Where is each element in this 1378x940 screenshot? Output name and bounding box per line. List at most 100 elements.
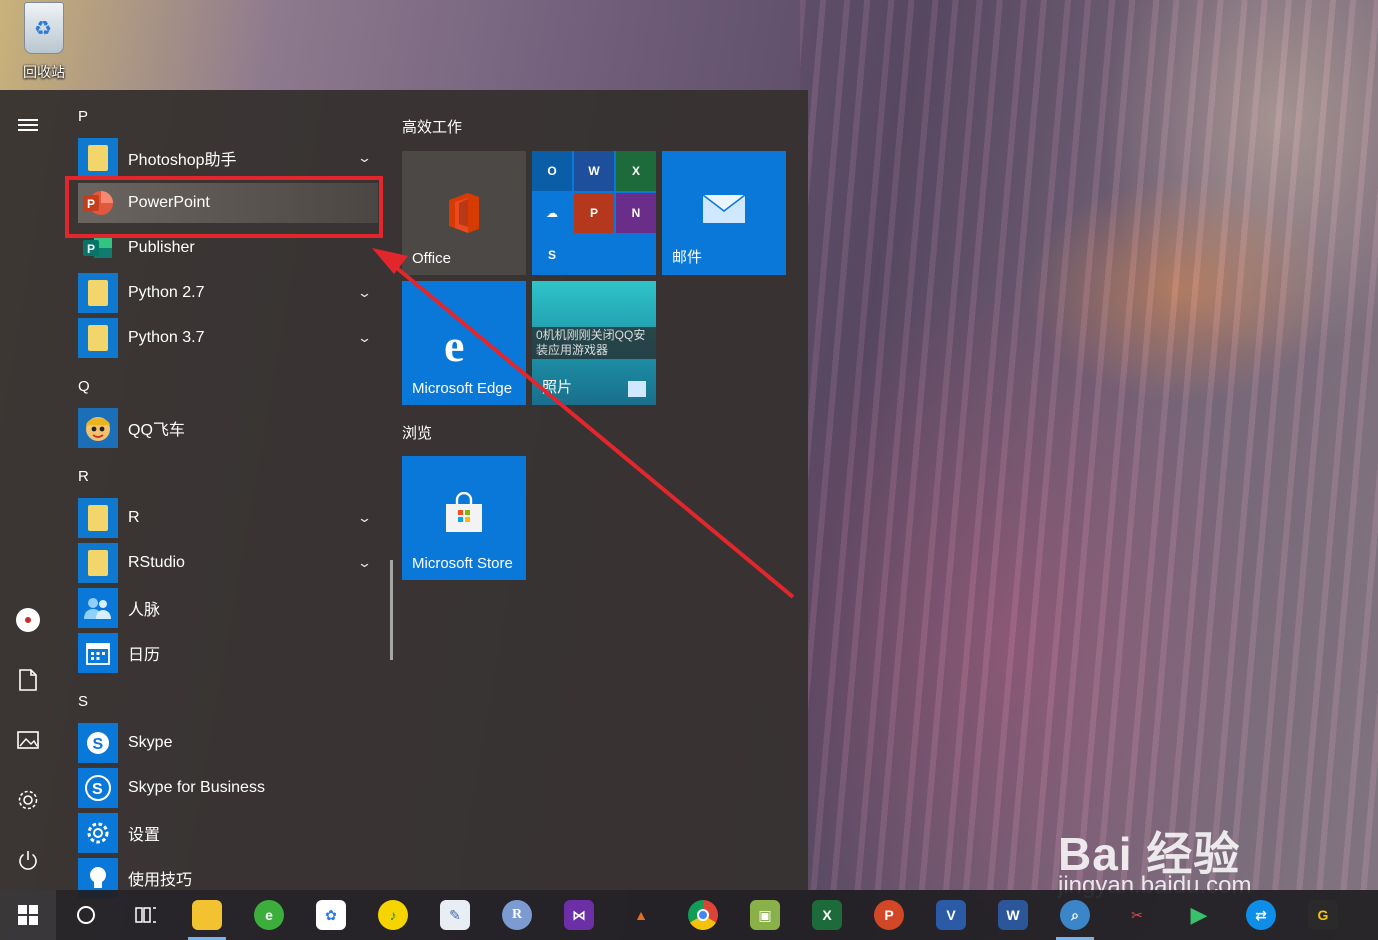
app-name: Publisher — [128, 239, 195, 256]
wallpaper-streaks — [800, 0, 1378, 890]
tile-label: Office — [412, 250, 451, 267]
app-name: Skype — [128, 734, 173, 751]
pictures-icon[interactable] — [10, 722, 46, 758]
powerpoint-icon: P — [574, 193, 614, 233]
powerpoint-icon[interactable]: P — [858, 890, 920, 940]
hamburger-icon[interactable] — [10, 107, 46, 143]
start-menu: P Photoshop助手 ⌄ P PowerPoint P Publisher… — [0, 90, 808, 898]
chevron-down-icon[interactable]: ⌄ — [357, 555, 372, 571]
onenote-icon: N — [616, 193, 656, 233]
visual-studio-icon[interactable]: ⋈ — [548, 890, 610, 940]
folder-icon — [78, 273, 118, 313]
folder-icon — [78, 498, 118, 538]
chevron-down-icon[interactable]: ⌄ — [357, 285, 372, 301]
tile-group-title-productivity[interactable]: 高效工作 — [402, 116, 462, 137]
app-list-scrollbar[interactable] — [390, 560, 393, 660]
svg-text:P: P — [87, 242, 95, 256]
r-icon[interactable]: R — [486, 890, 548, 940]
visio-icon[interactable]: V — [920, 890, 982, 940]
chevron-down-icon[interactable]: ⌄ — [357, 510, 372, 526]
excel-icon[interactable]: X — [796, 890, 858, 940]
onedrive-icon: ☁ — [532, 193, 572, 233]
task-view-icon[interactable] — [116, 890, 176, 940]
search-circle-icon[interactable] — [56, 890, 116, 940]
recycle-bin-label: 回收站 — [23, 64, 65, 80]
app-skype-for-business[interactable]: S Skype for Business — [78, 768, 378, 808]
gear-icon[interactable] — [10, 782, 46, 818]
app-skype[interactable]: S Skype — [78, 723, 378, 763]
start-button[interactable] — [0, 890, 56, 940]
app-name: 使用技巧 — [128, 872, 193, 889]
skype-business-icon: S — [78, 768, 118, 808]
tile-office[interactable]: Office — [402, 151, 526, 275]
windows-logo-icon — [18, 905, 38, 925]
tile-microsoft-edge[interactable]: e Microsoft Edge — [402, 281, 526, 405]
calendar-icon — [78, 633, 118, 673]
office-icon — [446, 191, 482, 240]
app-python-27[interactable]: Python 2.7 ⌄ — [78, 273, 378, 313]
recycle-bin-icon: ♻ — [24, 2, 64, 54]
store-bag-icon — [442, 491, 486, 541]
tile-office-apps-folder[interactable]: O W X ☁ P N S — [532, 151, 656, 275]
letter-header-p[interactable]: P — [78, 108, 88, 125]
app-name: QQ飞车 — [128, 422, 185, 439]
svg-text:S: S — [93, 736, 104, 753]
word-icon: W — [574, 151, 614, 191]
app-name: 设置 — [128, 827, 161, 844]
baidu-netdisk-icon[interactable]: ✿ — [300, 890, 362, 940]
app-powerpoint[interactable]: P PowerPoint — [78, 183, 378, 223]
app-python-37[interactable]: Python 3.7 ⌄ — [78, 318, 378, 358]
matlab-icon[interactable]: ▲ — [610, 890, 672, 940]
word-icon[interactable]: W — [982, 890, 1044, 940]
tile-microsoft-store[interactable]: Microsoft Store — [402, 456, 526, 580]
teamviewer-icon[interactable]: ⇄ — [1230, 890, 1292, 940]
chrome-icon[interactable] — [672, 890, 734, 940]
tile-photos[interactable]: 0机机刚刚关闭QQ安 装应用游戏器 照片 — [532, 281, 656, 405]
publisher-icon: P — [78, 228, 118, 268]
skype-icon: S — [532, 235, 572, 275]
app-name: RStudio — [128, 554, 185, 571]
app-name: PowerPoint — [128, 194, 210, 211]
app-qq-feiche[interactable]: QQ飞车 — [78, 408, 378, 448]
qq-speed-icon — [78, 408, 118, 448]
svg-text:P: P — [87, 197, 95, 211]
people-icon — [78, 588, 118, 628]
app-calendar[interactable]: 日历 — [78, 633, 378, 673]
letter-header-s[interactable]: S — [78, 693, 88, 710]
excel-icon: X — [616, 151, 656, 191]
document-icon[interactable] — [10, 662, 46, 698]
app-r[interactable]: R ⌄ — [78, 498, 378, 538]
app-photoshop-helper[interactable]: Photoshop助手 ⌄ — [78, 138, 378, 178]
photos-preview-text: 0机机刚刚关闭QQ安 装应用游戏器 — [532, 327, 656, 359]
tile-label: 邮件 — [672, 249, 703, 266]
app-name: Skype for Business — [128, 779, 265, 796]
app-name: Python 3.7 — [128, 329, 205, 346]
app-settings[interactable]: 设置 — [78, 813, 378, 853]
tile-group-title-browse[interactable]: 浏览 — [402, 422, 432, 443]
app-name: Photoshop助手 — [128, 152, 237, 169]
notepad-icon[interactable]: ✎ — [424, 890, 486, 940]
image-viewer-icon[interactable]: ▣ — [734, 890, 796, 940]
app-rstudio[interactable]: RStudio ⌄ — [78, 543, 378, 583]
chevron-down-icon[interactable]: ⌄ — [357, 330, 372, 346]
letter-header-r[interactable]: R — [78, 468, 89, 485]
snipping-icon[interactable]: ✂ — [1106, 890, 1168, 940]
file-explorer-icon[interactable] — [176, 890, 238, 940]
power-icon[interactable] — [10, 842, 46, 878]
app-publisher[interactable]: P Publisher — [78, 228, 378, 268]
app-people[interactable]: 人脉 — [78, 588, 378, 628]
media-player-icon[interactable]: ▶ — [1168, 890, 1230, 940]
tile-mail[interactable]: 邮件 — [662, 151, 786, 275]
settings-gear-icon — [78, 813, 118, 853]
ie-browser-icon[interactable]: e — [238, 890, 300, 940]
app-name: 日历 — [128, 647, 161, 664]
qq-music-icon[interactable]: ♪ — [362, 890, 424, 940]
user-avatar-icon[interactable] — [10, 602, 46, 638]
grammarly-icon[interactable]: G — [1292, 890, 1354, 940]
letter-header-q[interactable]: Q — [78, 378, 90, 395]
magnifier-icon[interactable]: ⌕ — [1044, 890, 1106, 940]
tile-label: Microsoft Edge — [412, 380, 513, 397]
tile-label: Microsoft Store — [412, 555, 513, 572]
chevron-down-icon[interactable]: ⌄ — [357, 150, 372, 166]
recycle-bin[interactable]: ♻ 回收站 — [14, 2, 74, 84]
